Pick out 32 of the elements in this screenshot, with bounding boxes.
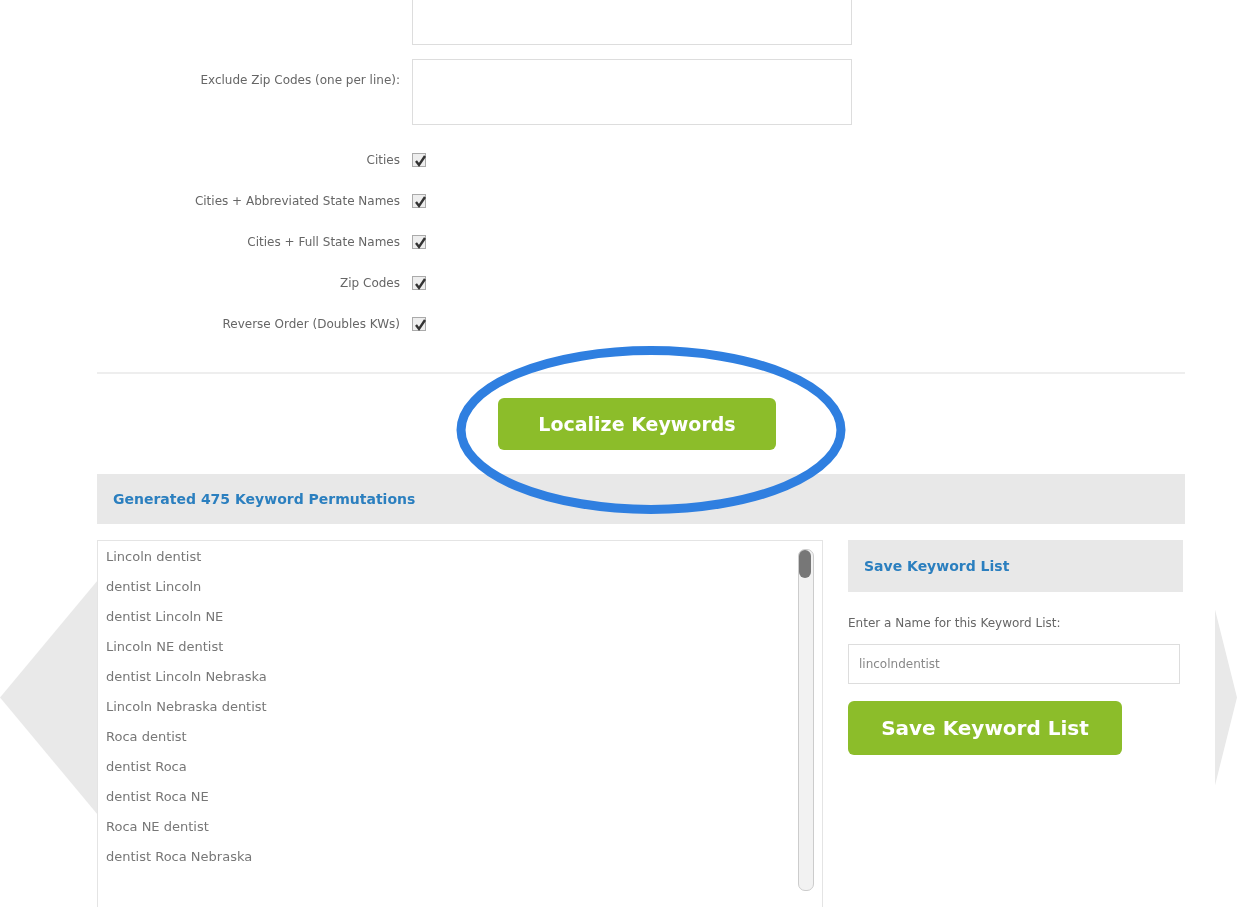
keyword-item: Lincoln dentist xyxy=(106,549,203,566)
name-prompt: Enter a Name for this Keyword List: xyxy=(848,616,1062,630)
results-title: Generated 475 Keyword Permutations xyxy=(113,491,416,507)
list-name-field[interactable]: lincolndentist xyxy=(848,644,1180,684)
option-label: Reverse Order (Doubles KWs) xyxy=(222,316,400,331)
keyword-item: Roca dentist xyxy=(106,729,188,746)
keyword-item: dentist Roca xyxy=(106,759,188,776)
zip-codes-field[interactable] xyxy=(412,59,852,125)
save-keyword-list-button[interactable]: Save Keyword List xyxy=(848,701,1122,755)
keyword-list[interactable]: Lincoln dentist dentist Lincoln dentist Lincoln NE Lincoln NE dentist dentist Lincoln Nebraska Lincoln Nebraska dentist Roca dentist dentist Roca dentist Roca NE Roca NE dentist dentist Roca Nebraska xyxy=(97,540,823,907)
keyword-item: Lincoln NE dentist xyxy=(106,639,225,656)
keyword-item: dentist Lincoln xyxy=(106,579,203,596)
scrollbar[interactable] xyxy=(798,549,814,891)
text-field[interactable] xyxy=(412,0,852,45)
checkbox[interactable] xyxy=(412,234,426,249)
keyword-item: Lincoln Nebraska dentist xyxy=(106,699,267,716)
keyword-item: dentist Roca Nebraska xyxy=(106,849,254,866)
save-panel-title: Save Keyword List xyxy=(864,558,1010,574)
option-label: Cities + Full State Names xyxy=(247,234,400,249)
option-label: Cities + Abbreviated State Names xyxy=(194,193,400,208)
field-label: Exclude Zip Codes (one per line): xyxy=(200,73,400,87)
keyword-item: dentist Lincoln NE xyxy=(106,609,225,626)
checkbox[interactable] xyxy=(412,316,426,331)
keyword-item: dentist Roca NE xyxy=(106,789,210,806)
checkbox[interactable] xyxy=(412,152,426,167)
localize-keywords-button[interactable]: Localize Keywords xyxy=(498,398,776,450)
keyword-item: dentist Lincoln Nebraska xyxy=(106,669,267,686)
option-label: Zip Codes xyxy=(340,275,400,290)
checkbox[interactable] xyxy=(412,275,426,290)
keyword-item: Roca NE dentist xyxy=(106,819,210,836)
checkbox[interactable] xyxy=(412,193,426,208)
option-label: Cities xyxy=(366,152,400,167)
